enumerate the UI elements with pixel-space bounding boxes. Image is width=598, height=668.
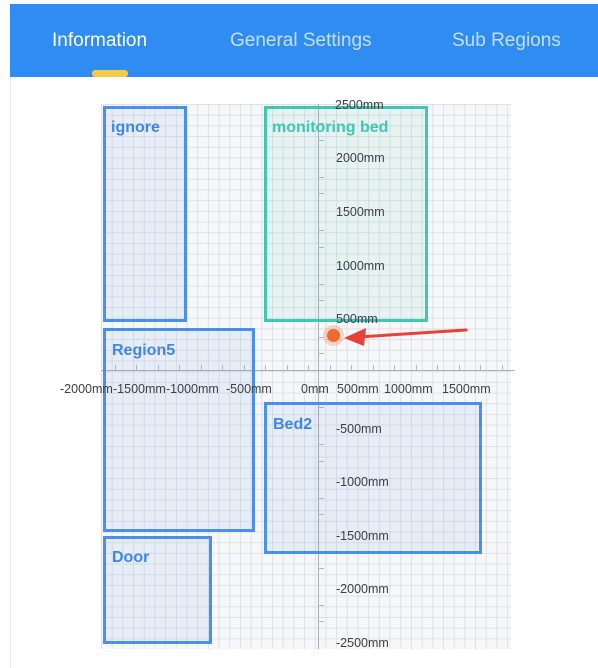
x-label-1500: 1500mm [442, 382, 491, 396]
x-label-0: 0mm [301, 382, 329, 396]
y-tick [318, 568, 324, 569]
x-tick [265, 365, 266, 371]
region-label-ignore: ignore [111, 119, 160, 136]
x-tick [394, 365, 395, 371]
tab-bar: Information General Settings Sub Regions [10, 4, 598, 77]
x-label-1000: 1000mm [384, 382, 433, 396]
region-label-monitoring-bed: monitoring bed [272, 119, 389, 136]
y-label-2000: 2000mm [336, 151, 385, 165]
y-label-neg1000: -1000mm [336, 475, 389, 489]
active-tab-indicator [92, 70, 128, 77]
x-tick [480, 365, 481, 371]
x-tick [351, 365, 352, 371]
tab-sub-regions[interactable]: Sub Regions [452, 4, 561, 77]
y-label-1000: 1000mm [336, 259, 385, 273]
x-label-neg1000: -1000mm [166, 382, 219, 396]
tab-information[interactable]: Information [52, 4, 147, 77]
x-tick [459, 365, 460, 371]
x-label-neg2000: -2000mm [60, 382, 113, 396]
region-ignore[interactable] [103, 106, 187, 322]
x-label-500: 500mm [337, 382, 379, 396]
panel-border [10, 77, 11, 668]
y-tick [318, 337, 324, 338]
x-tick [287, 365, 288, 371]
x-label-neg500: -500mm [226, 382, 272, 396]
y-tick [318, 353, 324, 354]
region-label-bed2: Bed2 [273, 416, 313, 433]
y-label-2500: 2500mm [335, 98, 384, 112]
tab-general-settings[interactable]: General Settings [230, 4, 372, 77]
region-label-door: Door [112, 549, 150, 566]
x-label-neg1500: -1500mm [113, 382, 166, 396]
region-label-region5: Region5 [112, 342, 176, 359]
x-tick [308, 365, 309, 371]
x-tick [416, 365, 417, 371]
person-dot-icon [327, 329, 340, 342]
y-label-1500: 1500mm [336, 205, 385, 219]
y-label-neg500: -500mm [336, 422, 382, 436]
y-label-neg1500: -1500mm [336, 529, 389, 543]
x-tick [502, 365, 503, 371]
y-tick [318, 605, 324, 606]
x-tick [330, 365, 331, 371]
red-arrow-icon [344, 328, 468, 346]
y-label-neg2000: -2000mm [336, 582, 389, 596]
y-tick [318, 621, 324, 622]
x-tick [437, 365, 438, 371]
x-tick [373, 365, 374, 371]
y-label-neg2500: -2500mm [336, 636, 389, 650]
